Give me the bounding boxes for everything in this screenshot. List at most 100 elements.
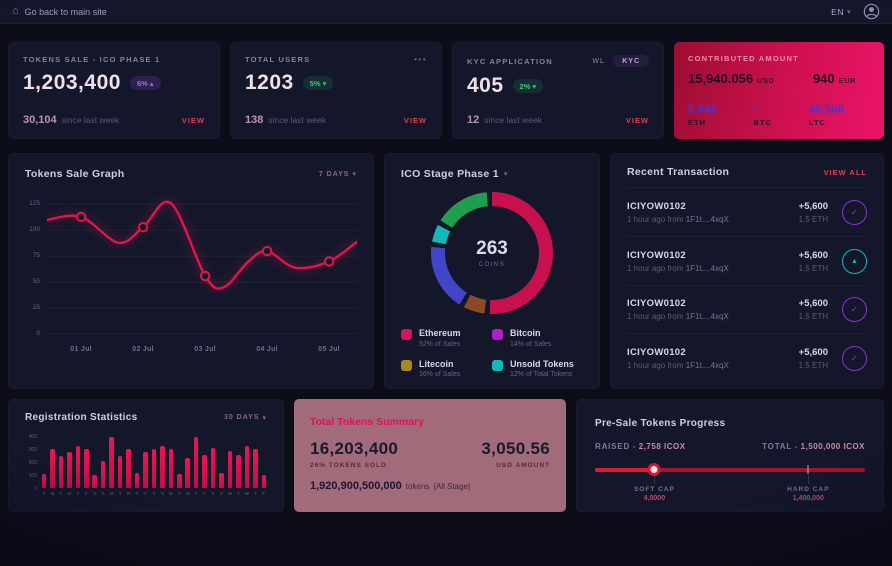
bar[interactable]: [169, 449, 174, 488]
arrow-down-icon: ▾: [532, 82, 536, 91]
stat-badge: 2%▾: [513, 79, 544, 93]
transaction-row[interactable]: ICIYOW01021 hour ago from 1F1t....4xqX+5…: [627, 285, 867, 334]
transaction-status-icon[interactable]: ✓: [842, 346, 867, 371]
transaction-status-icon[interactable]: ✓: [842, 200, 867, 225]
range-dropdown[interactable]: 30 DAYS ▾: [224, 414, 267, 422]
bar[interactable]: [50, 449, 55, 488]
view-link[interactable]: VIEW: [404, 116, 427, 125]
bar[interactable]: [42, 474, 47, 488]
transaction-meta: 1 hour ago from 1F1t....4xqX: [627, 264, 729, 273]
bar[interactable]: [253, 449, 258, 488]
bar[interactable]: [185, 458, 190, 488]
view-link[interactable]: VIEW: [182, 116, 205, 125]
chevron-down-icon[interactable]: ▾: [504, 170, 509, 178]
bar[interactable]: [194, 437, 199, 488]
bar-column: T: [134, 434, 140, 496]
bar[interactable]: [76, 446, 81, 488]
transaction-row[interactable]: ICIYOW01021 hour ago from 1F1t....4xqX+5…: [627, 333, 867, 382]
bar[interactable]: [143, 452, 148, 488]
x-tick-label: 02 Jul: [132, 346, 154, 353]
transaction-id: ICIYOW0102: [627, 201, 729, 212]
x-tick-label: S: [220, 491, 223, 496]
x-tick-label: 03 Jul: [194, 346, 216, 353]
transaction-status-icon[interactable]: ▲: [842, 249, 867, 274]
x-tick-label: W: [245, 491, 249, 496]
presale-progress-slider: SOFT CAP 4,0000 HARD CAP 1,400,000: [595, 463, 865, 503]
transaction-status-icon[interactable]: ✓: [842, 297, 867, 322]
data-point[interactable]: [263, 247, 271, 255]
bar[interactable]: [228, 451, 233, 488]
legend-desc: 52% of Sales: [419, 341, 461, 348]
bar[interactable]: [152, 449, 157, 488]
bar[interactable]: [262, 475, 267, 488]
user-avatar[interactable]: [863, 3, 880, 20]
line-y-axis: 1251007550250: [25, 194, 47, 334]
data-point[interactable]: [77, 213, 85, 221]
transaction-row[interactable]: ICIYOW01021 hour ago from 1F1t....4xqX+5…: [627, 236, 867, 285]
bar[interactable]: [211, 448, 216, 488]
bar[interactable]: [236, 455, 241, 488]
x-tick-label: M: [110, 491, 114, 496]
bar[interactable]: [92, 475, 97, 488]
bar[interactable]: [118, 456, 123, 488]
bar[interactable]: [245, 446, 250, 488]
ltc-label: LTC: [809, 118, 844, 127]
ico-stage-dropdown[interactable]: ICO Stage Phase 1: [401, 168, 499, 180]
chevron-down-icon: ▾: [847, 8, 851, 16]
bar-column: F: [261, 434, 267, 496]
bar[interactable]: [59, 456, 64, 488]
bar[interactable]: [101, 461, 106, 488]
bar-column: S: [92, 434, 98, 496]
x-tick-label: T: [254, 491, 257, 496]
x-tick-label: 05 Jul: [318, 346, 340, 353]
x-tick-label: S: [152, 491, 155, 496]
btc-label: BTC: [754, 118, 772, 127]
line-chart: 1251007550250: [25, 194, 357, 339]
y-tick-label: 75: [33, 252, 40, 259]
panel-title: Registration Statistics: [25, 412, 137, 423]
kyc-toggle[interactable]: KYC: [613, 55, 649, 67]
total-tokens-note: (All Stage): [433, 482, 470, 491]
x-tick-label: S: [42, 491, 45, 496]
x-tick-label: F: [144, 491, 147, 496]
hard-cap: HARD CAP 1,400,000: [787, 486, 829, 502]
bar[interactable]: [67, 452, 72, 488]
stat-delta-caption: since last week: [62, 115, 120, 125]
wl-toggle[interactable]: WL: [592, 58, 605, 65]
y-tick-label: 125: [29, 200, 40, 207]
stat-title: TOTAL USERS: [245, 55, 310, 64]
bar[interactable]: [84, 449, 89, 488]
usd-label: USD: [757, 76, 774, 85]
legend-swatch: [492, 360, 503, 371]
range-dropdown[interactable]: 7 DAYS ▾: [319, 170, 357, 178]
view-all-link[interactable]: VIEW ALL: [823, 168, 867, 177]
stat-value: 1203: [245, 71, 294, 95]
btc-amount: ~: [754, 104, 772, 116]
x-tick-label: F: [203, 491, 206, 496]
bar-column: S: [159, 434, 165, 496]
bar-column: S: [41, 434, 47, 496]
x-tick-label: T: [119, 491, 122, 496]
x-tick-label: M: [228, 491, 232, 496]
bar[interactable]: [202, 455, 207, 488]
more-menu-icon[interactable]: •••: [414, 55, 427, 64]
registration-statistics-panel: Registration Statistics 30 DAYS ▾ 400300…: [8, 399, 284, 512]
bar-column: M: [109, 434, 115, 496]
data-point[interactable]: [201, 272, 209, 280]
transaction-amount: +5,600: [799, 298, 828, 309]
back-to-main-site-link[interactable]: ⌂ Go back to main site: [12, 6, 107, 17]
bar[interactable]: [109, 437, 114, 488]
donut-legend: Ethereum52% of SalesBitcoin14% of SalesL…: [401, 328, 583, 378]
language-selector[interactable]: EN ▾: [831, 7, 851, 17]
bar[interactable]: [219, 473, 224, 488]
bar[interactable]: [126, 449, 131, 488]
bar[interactable]: [177, 474, 182, 488]
ltc-amount: 40.506: [809, 104, 844, 116]
bar-column: M: [168, 434, 174, 496]
bar[interactable]: [135, 473, 140, 488]
transaction-row[interactable]: ICIYOW01021 hour ago from 1F1t....4xqX+5…: [627, 187, 867, 236]
data-point[interactable]: [139, 223, 147, 231]
data-point[interactable]: [325, 257, 333, 265]
view-link[interactable]: VIEW: [626, 116, 649, 125]
bar[interactable]: [160, 446, 165, 488]
